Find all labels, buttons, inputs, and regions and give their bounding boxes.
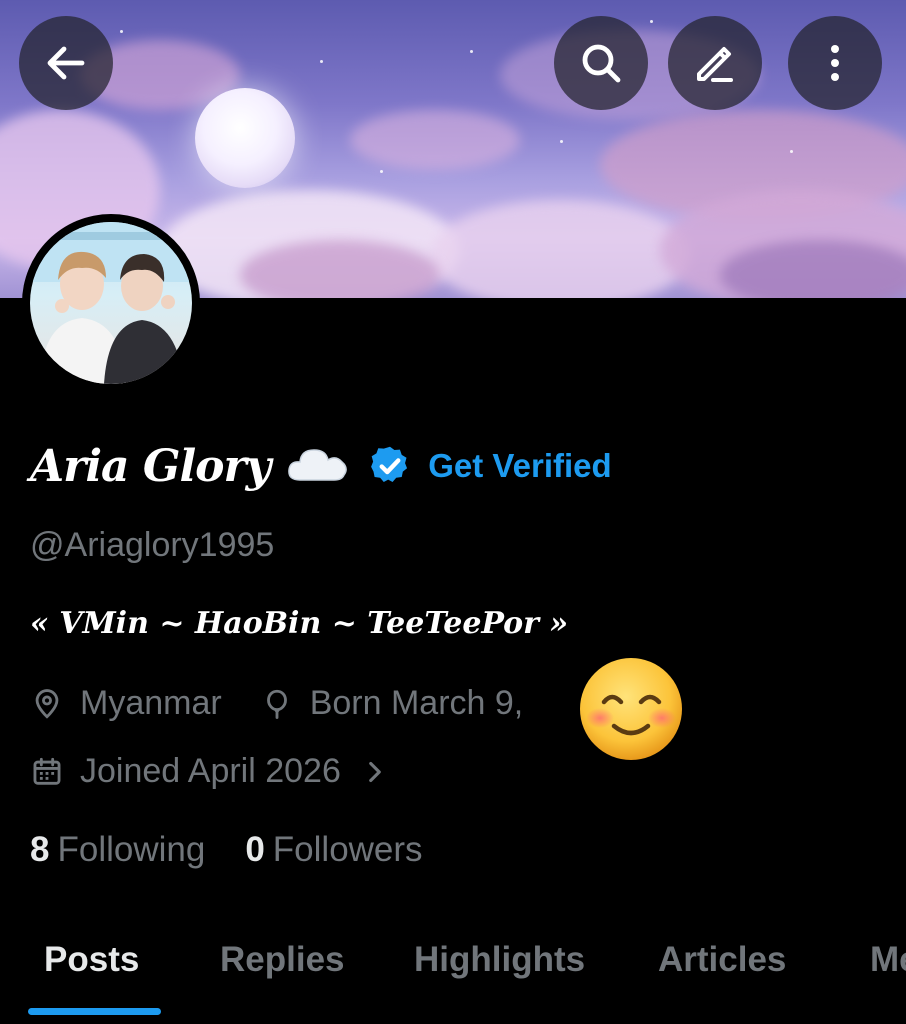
avatar-photo — [30, 222, 192, 384]
display-name: Aria Glory — [30, 440, 271, 492]
cloud-emoji-icon — [286, 444, 350, 489]
profile-tabs: Posts Replies Highlights Articles Media — [0, 940, 906, 1024]
edit-button[interactable] — [668, 16, 762, 110]
tab-media[interactable]: Media — [870, 940, 906, 1024]
profile-bio: « VMin ~ HaoBin ~ TeeTeePor » — [30, 606, 569, 641]
tab-highlights[interactable]: Highlights — [414, 940, 585, 1024]
location-item: Myanmar — [30, 684, 222, 723]
get-verified-link[interactable]: Get Verified — [428, 447, 611, 485]
following-count: 8 — [30, 830, 50, 869]
verified-badge-icon[interactable] — [368, 444, 412, 488]
location-text: Myanmar — [80, 684, 222, 722]
pencil-icon — [697, 47, 733, 82]
tab-replies[interactable]: Replies — [220, 940, 345, 1024]
chevron-right-icon — [361, 755, 389, 789]
followers-stat[interactable]: 0 Followers — [245, 830, 422, 870]
follow-stats: 8 Following 0 Followers — [30, 830, 423, 870]
calendar-icon — [30, 755, 64, 789]
active-tab-indicator — [28, 1008, 161, 1015]
back-button[interactable] — [19, 16, 113, 110]
search-button[interactable] — [554, 16, 648, 110]
joined-item[interactable]: Joined April 2026 — [30, 752, 389, 791]
arrow-left-icon — [47, 46, 85, 80]
more-vertical-icon — [831, 45, 839, 81]
more-options-button[interactable] — [788, 16, 882, 110]
profile-handle: @Ariaglory1995 — [30, 526, 275, 564]
birthday-text: Born March 9, — [309, 684, 524, 722]
joined-row[interactable]: Joined April 2026 — [30, 752, 389, 791]
profile-avatar[interactable] — [22, 214, 200, 392]
balloon-icon — [260, 687, 294, 721]
followers-count: 0 — [245, 830, 265, 869]
following-stat[interactable]: 8 Following — [30, 830, 205, 870]
tab-articles[interactable]: Articles — [658, 940, 786, 1024]
joined-text: Joined April 2026 — [80, 752, 341, 790]
search-icon — [582, 44, 621, 83]
birthday-item: Born March 9, — [260, 684, 524, 723]
profile-meta-row: Myanmar Born March 9, — [30, 684, 523, 723]
location-pin-icon — [30, 687, 64, 721]
profile-name-row: Aria Glory Get Verified — [30, 436, 612, 496]
followers-label: Followers — [272, 830, 423, 869]
following-label: Following — [57, 830, 206, 869]
smiling-face-emoji-icon — [578, 656, 684, 762]
moon-image — [195, 88, 295, 188]
